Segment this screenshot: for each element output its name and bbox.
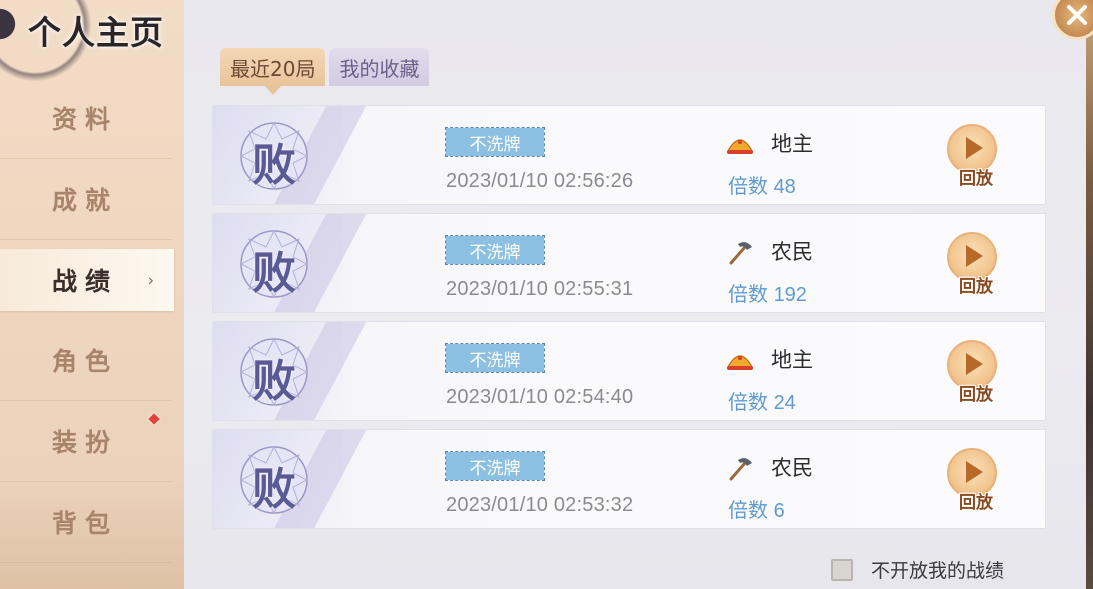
match-record-row: 败 不洗牌 2023/01/10 02:53:32 农民 倍数 6 回放 xyxy=(212,429,1046,529)
replay-button[interactable]: 回放 xyxy=(947,232,999,297)
match-time: 2023/01/10 02:54:40 xyxy=(446,386,634,408)
notification-dot-icon xyxy=(148,413,160,425)
sidebar-item-label: 背包 xyxy=(52,509,119,538)
tab-recent-20[interactable]: 最近20局 xyxy=(220,48,326,95)
tab-favorites[interactable]: 我的收藏 xyxy=(329,48,430,86)
replay-button[interactable]: 回放 xyxy=(947,448,999,513)
multiplier-label: 倍数 xyxy=(728,498,768,522)
result-badge: 败 xyxy=(237,443,311,517)
shuffle-mode-tag: 不洗牌 xyxy=(445,235,545,265)
result-text: 败 xyxy=(252,140,296,191)
sidebar-item-label: 战绩 xyxy=(52,267,119,296)
close-icon xyxy=(1067,5,1087,25)
match-record-row: 败 不洗牌 2023/01/10 02:55:31 农民 倍数 192 回放 xyxy=(212,213,1046,313)
sidebar-item-label: 成就 xyxy=(52,186,119,215)
sidebar-nav: 资料 成就 战绩 › 角色 装扮 背包 xyxy=(0,78,184,563)
match-time: 2023/01/10 02:56:26 xyxy=(446,170,634,192)
replay-label: 回放 xyxy=(959,169,993,189)
result-text: 败 xyxy=(252,464,296,515)
privacy-label: 不开放我的战绩 xyxy=(871,560,1005,582)
replay-label: 回放 xyxy=(959,277,993,297)
sidebar-item-label: 资料 xyxy=(52,105,119,134)
sidebar-item-backpack[interactable]: 背包 xyxy=(0,482,172,563)
play-icon xyxy=(966,245,983,267)
result-badge: 败 xyxy=(237,227,311,301)
farmer-hoe-icon xyxy=(729,242,752,265)
replay-button[interactable]: 回放 xyxy=(947,340,999,405)
sidebar-item-label: 角色 xyxy=(52,347,119,376)
multiplier-label: 倍数 xyxy=(728,390,768,414)
sidebar-item-outfits[interactable]: 装扮 xyxy=(0,401,172,482)
player-role: 地主 xyxy=(771,348,813,372)
multiplier: 倍数 48 xyxy=(728,170,796,199)
farmer-hoe-icon xyxy=(729,458,752,481)
shuffle-mode-tag: 不洗牌 xyxy=(445,343,545,373)
sidebar-item-records[interactable]: 战绩 › xyxy=(0,249,174,311)
landlord-hat-icon xyxy=(726,355,754,370)
sidebar-item-label: 装扮 xyxy=(52,428,119,457)
multiplier-value: 24 xyxy=(773,392,796,414)
sidebar-item-achievements[interactable]: 成就 xyxy=(0,159,172,240)
match-record-row: 败 不洗牌 2023/01/10 02:56:26 地主 倍数 48 回放 xyxy=(212,105,1046,205)
match-time: 2023/01/10 02:53:32 xyxy=(446,494,634,516)
shuffle-mode-tag: 不洗牌 xyxy=(445,127,545,157)
landlord-hat-icon xyxy=(726,139,754,154)
tab-bar: 最近20局 我的收藏 xyxy=(220,48,430,95)
sidebar-item-characters[interactable]: 角色 xyxy=(0,320,172,401)
replay-label: 回放 xyxy=(959,493,993,513)
multiplier-value: 192 xyxy=(773,284,807,306)
play-icon xyxy=(966,461,983,483)
multiplier-label: 倍数 xyxy=(728,174,768,198)
title-ornament xyxy=(0,4,26,44)
page-title: 个人主页 xyxy=(28,13,164,52)
replay-label: 回放 xyxy=(959,385,993,405)
multiplier-label: 倍数 xyxy=(728,282,768,306)
player-role: 农民 xyxy=(771,456,813,480)
sidebar-item-profile[interactable]: 资料 xyxy=(0,78,172,159)
result-badge: 败 xyxy=(237,119,311,193)
match-record-row: 败 不洗牌 2023/01/10 02:54:40 地主 倍数 24 回放 xyxy=(212,321,1046,421)
player-role: 农民 xyxy=(771,240,813,264)
privacy-toggle[interactable]: 不开放我的战绩 xyxy=(831,556,1004,583)
player-role: 地主 xyxy=(771,132,813,156)
multiplier-value: 48 xyxy=(773,176,796,198)
play-icon xyxy=(966,353,983,375)
replay-button[interactable]: 回放 xyxy=(947,124,999,189)
multiplier: 倍数 24 xyxy=(728,386,796,415)
result-badge: 败 xyxy=(237,335,311,409)
shuffle-mode-tag: 不洗牌 xyxy=(445,451,545,481)
result-text: 败 xyxy=(252,248,296,299)
chevron-right-icon: › xyxy=(147,270,154,290)
multiplier-value: 6 xyxy=(773,500,785,522)
match-record-list: 败 不洗牌 2023/01/10 02:56:26 地主 倍数 48 回放 败 xyxy=(212,105,1046,537)
match-time: 2023/01/10 02:55:31 xyxy=(446,278,634,300)
play-icon xyxy=(966,137,983,159)
privacy-checkbox[interactable] xyxy=(831,558,853,581)
sidebar: 个人主页 资料 成就 战绩 › 角色 装扮 背包 xyxy=(0,0,184,589)
multiplier: 倍数 192 xyxy=(728,278,807,307)
panel-edge-decoration xyxy=(1086,0,1093,589)
result-text: 败 xyxy=(252,356,296,407)
multiplier: 倍数 6 xyxy=(728,494,785,523)
